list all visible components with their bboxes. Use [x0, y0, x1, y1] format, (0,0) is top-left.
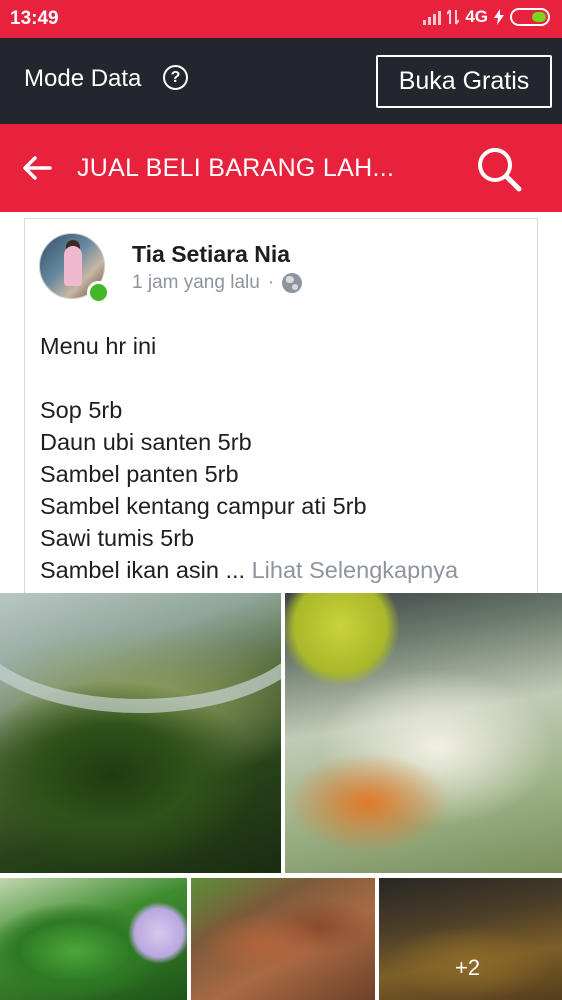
- status-time: 13:49: [10, 8, 59, 29]
- photo-greens-in-coconut-milk[interactable]: [0, 593, 281, 873]
- data-transfer-icon: [447, 9, 460, 25]
- back-arrow-icon[interactable]: [20, 151, 54, 185]
- photo-sambal-fish[interactable]: [191, 878, 375, 1000]
- globe-icon: [282, 273, 303, 293]
- status-bar: 13:49 4G: [0, 0, 562, 38]
- signal-icon: [423, 9, 442, 25]
- author-name[interactable]: Tia Setiara Nia: [132, 241, 290, 268]
- online-status-icon: [87, 281, 110, 304]
- status-icons: 4G: [423, 7, 550, 27]
- post-time[interactable]: 1 jam yang lalu: [132, 272, 260, 294]
- search-icon[interactable]: [474, 144, 524, 194]
- data-mode-bar: Mode Data ? Buka Gratis: [0, 38, 562, 124]
- photo-more[interactable]: +2: [379, 878, 562, 1000]
- post-line: Daun ubi santen 5rb: [40, 429, 252, 455]
- help-icon[interactable]: ?: [163, 65, 188, 90]
- charging-icon: [494, 9, 504, 25]
- post-line: Sop 5rb: [40, 397, 123, 423]
- group-header: JUAL BELI BARANG LAH...: [0, 124, 562, 212]
- group-title[interactable]: JUAL BELI BARANG LAH...: [77, 154, 394, 183]
- network-type: 4G: [465, 7, 488, 26]
- post-line: Sambel panten 5rb: [40, 461, 239, 487]
- post-text: Menu hr ini Sop 5rb Daun ubi santen 5rb …: [40, 330, 530, 586]
- see-more-link[interactable]: Lihat Selengkapnya: [252, 557, 458, 583]
- meta-separator: ·: [267, 272, 275, 293]
- photo-vegetable-soup[interactable]: [285, 593, 562, 873]
- free-mode-button[interactable]: Buka Gratis: [376, 55, 552, 108]
- post-line: Sambel kentang campur ati 5rb: [40, 493, 367, 519]
- battery-icon: [510, 8, 550, 26]
- post-meta: 1 jam yang lalu ·: [132, 272, 303, 294]
- post-line-last: Sambel ikan asin ... Lihat Selengkapnya: [40, 554, 530, 586]
- post-line: Sawi tumis 5rb: [40, 525, 195, 551]
- post-line: Menu hr ini: [40, 333, 157, 359]
- post-line: Sambel ikan asin ...: [40, 557, 246, 583]
- photo-stir-fried-greens[interactable]: [0, 878, 187, 1000]
- post-line: [40, 362, 530, 394]
- more-photos-count: +2: [455, 955, 481, 980]
- data-mode-label: Mode Data: [24, 65, 142, 92]
- post-card: Tia Setiara Nia 1 jam yang lalu · Menu h…: [24, 218, 538, 596]
